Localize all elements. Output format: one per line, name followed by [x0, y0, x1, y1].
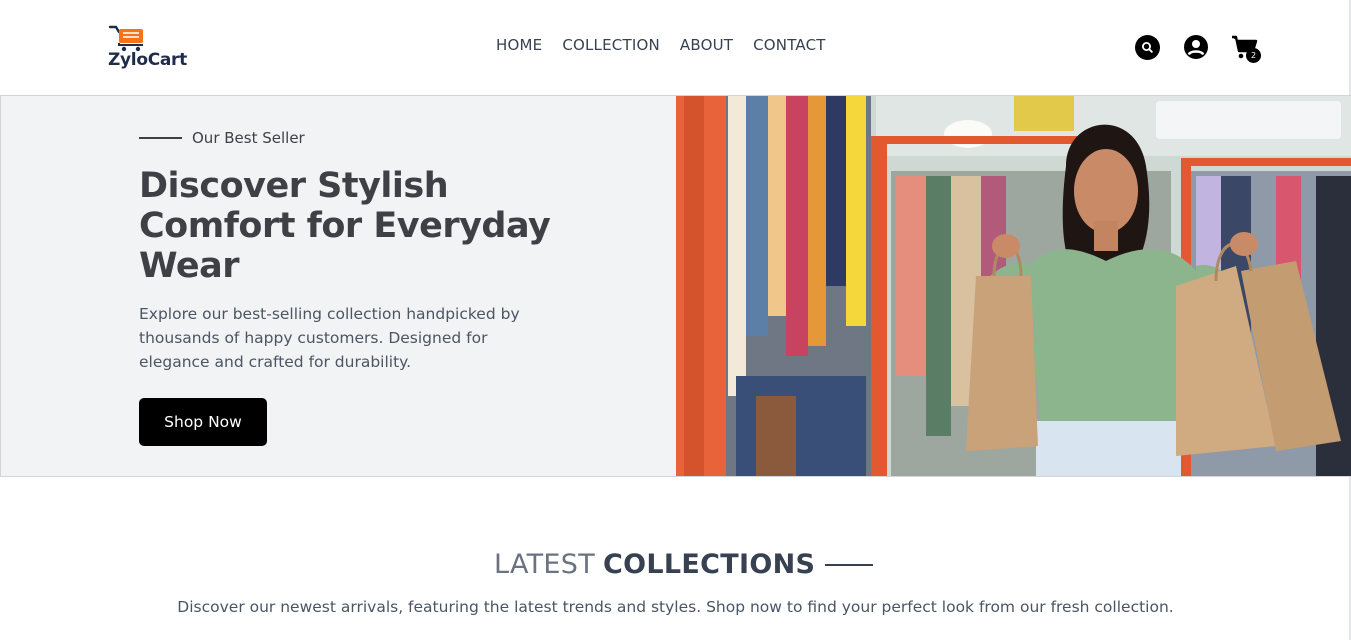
latest-title-bold: COLLECTIONS [603, 549, 816, 580]
latest-collections-description: Discover our newest arrivals, featuring … [177, 598, 1174, 616]
site-header: ZyloCart HOME COLLECTION ABOUT CONTACT 2 [0, 0, 1351, 95]
hero-eyebrow: Our Best Seller [139, 129, 305, 147]
brand-name: ZyloCart [108, 50, 187, 70]
nav-collection[interactable]: COLLECTION [562, 36, 660, 54]
cart-icon[interactable]: 2 [1231, 33, 1261, 63]
search-icon[interactable] [1135, 35, 1160, 60]
logo-cart-icon [108, 25, 143, 52]
header-actions: 2 [1135, 33, 1265, 65]
user-icon[interactable] [1183, 34, 1209, 60]
hero-section: Our Best Seller Discover Stylish Comfort… [0, 95, 1351, 477]
latest-title-light: LATEST [494, 549, 596, 580]
hero-photo-illustration [676, 96, 1351, 476]
shop-now-button[interactable]: Shop Now [139, 398, 267, 446]
eyebrow-text: Our Best Seller [192, 129, 305, 147]
hero-title: Discover Stylish Comfort for Everyday We… [139, 166, 551, 286]
cart-count-badge: 2 [1246, 48, 1261, 63]
main-nav: HOME COLLECTION ABOUT CONTACT [496, 36, 826, 54]
title-underline [825, 563, 874, 566]
hero-image [676, 96, 1351, 476]
brand-logo[interactable]: ZyloCart [106, 24, 187, 72]
nav-about[interactable]: ABOUT [680, 36, 733, 54]
hero-description: Explore our best-selling collection hand… [139, 305, 520, 371]
eyebrow-line [139, 137, 182, 139]
latest-collections-title: LATEST COLLECTIONS [494, 549, 874, 580]
nav-home[interactable]: HOME [496, 36, 542, 54]
hero-text-panel: Our Best Seller Discover Stylish Comfort… [0, 96, 676, 476]
nav-contact[interactable]: CONTACT [753, 36, 826, 54]
